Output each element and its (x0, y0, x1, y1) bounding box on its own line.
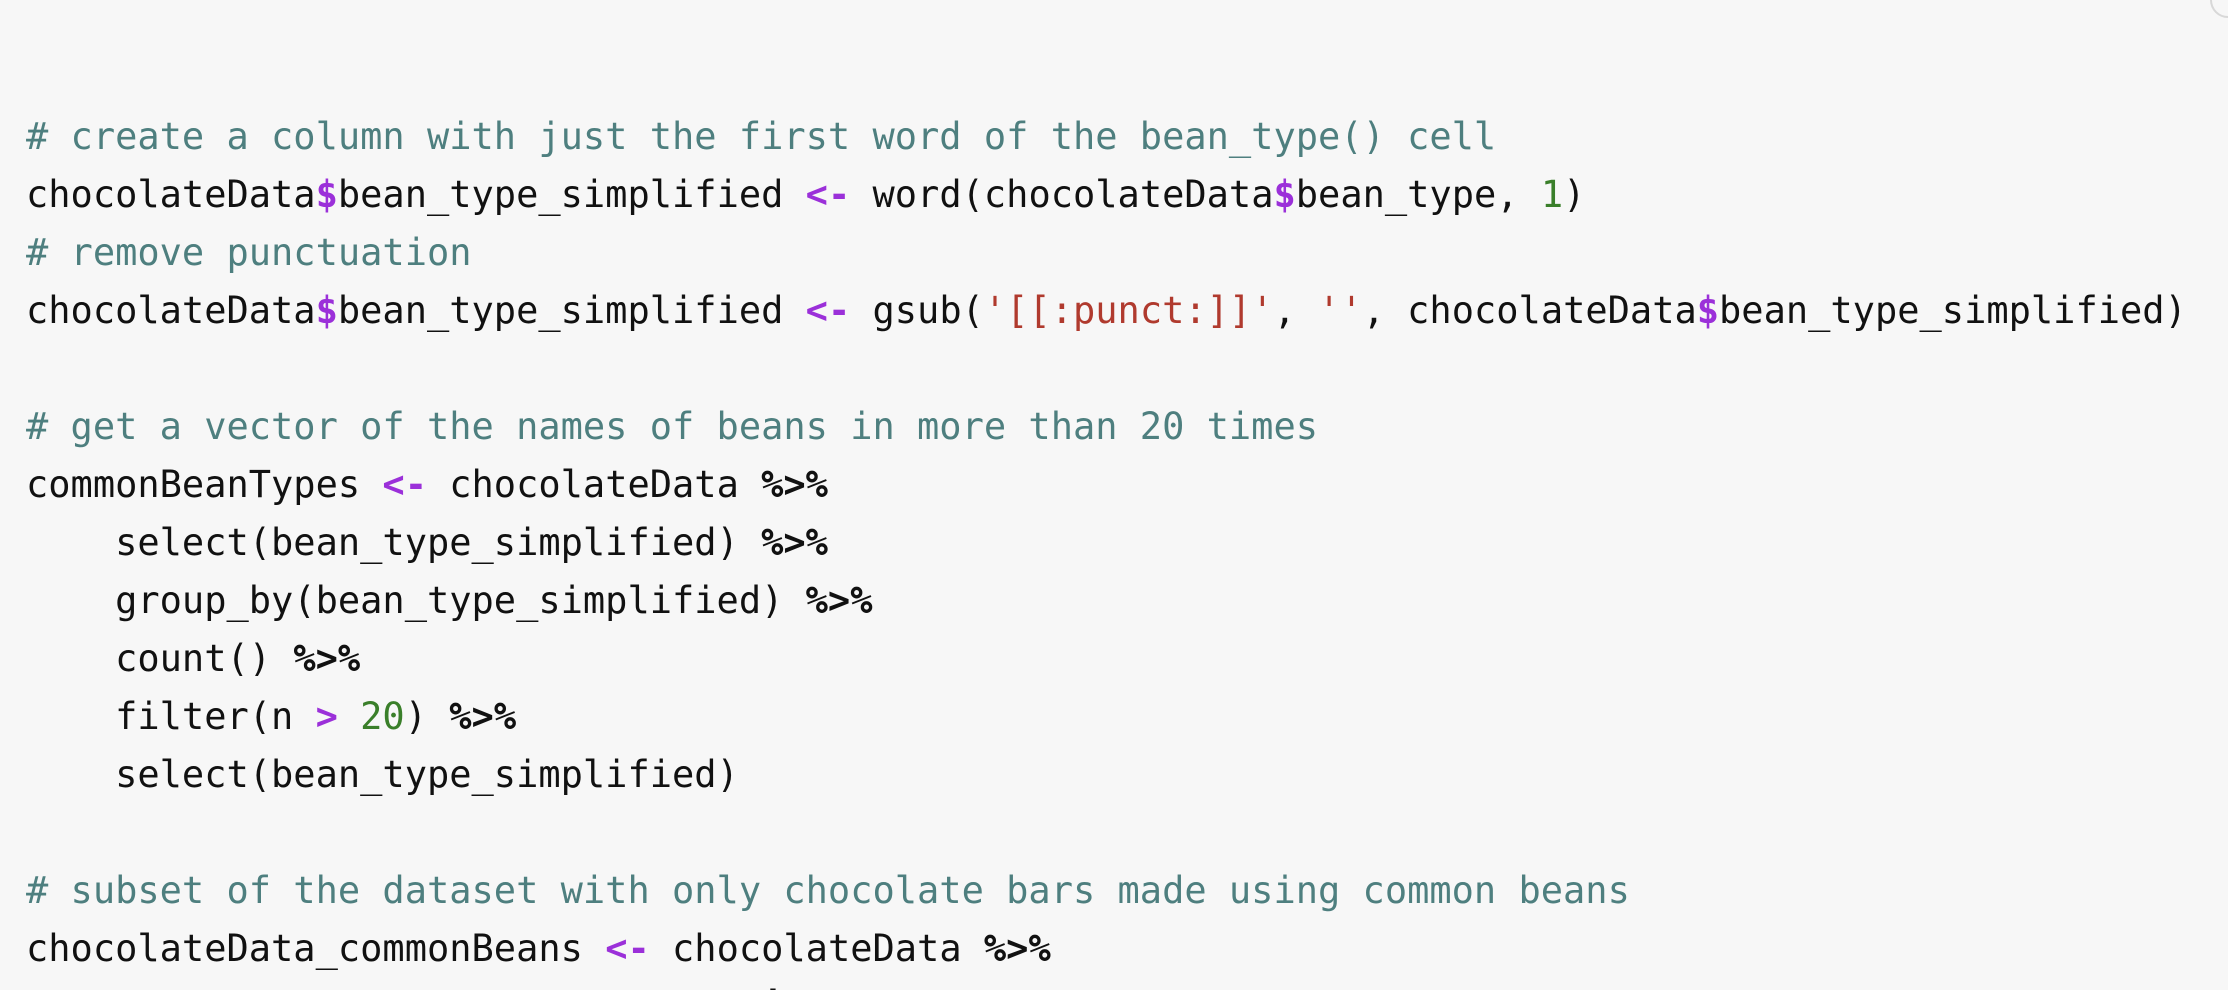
pipe-token: %>% (805, 579, 873, 622)
operator-token: > (315, 695, 338, 738)
code-line: # get a vector of the names of beans in … (26, 398, 2228, 456)
pipe-token: %>% (983, 927, 1051, 970)
plain-token: word(chocolateData (850, 173, 1274, 216)
code-lines: # create a column with just the first wo… (26, 108, 2228, 990)
code-line: select(bean_type_simplified) %>% (26, 514, 2228, 572)
operator-token: $ (315, 173, 338, 216)
operator-token: $ (1696, 289, 1720, 332)
pipe-token: %>% (761, 521, 828, 564)
operator-token: $ (1273, 173, 1296, 216)
plain-token: chocolateData (26, 289, 316, 332)
code-line: chocolateData_commonBeans <- chocolateDa… (26, 920, 2228, 978)
operator-token: $ (315, 289, 338, 332)
string-token: '' (1318, 289, 1363, 332)
code-block: # create a column with just the first wo… (0, 0, 2228, 990)
plain-token: select(bean_type_simplified) (26, 521, 762, 564)
plain-token: , chocolateData (1362, 289, 1697, 332)
operator-token: <- (605, 927, 650, 970)
operator-token: <- (805, 289, 851, 332)
plain-token: chocolateData (426, 463, 762, 506)
plain-token: filter(n (26, 695, 316, 738)
operator-token: <- (805, 173, 851, 216)
comment-token: # create a column with just the first wo… (26, 115, 1497, 158)
pipe-token: %>% (293, 637, 361, 680)
code-line: group_by(bean_type_simplified) %>% (26, 572, 2228, 630)
code-line: # subset of the dataset with only chocol… (26, 862, 2228, 920)
operator-token: $ (1184, 985, 1206, 990)
plain-token: bean_type_simplified) (1207, 985, 1675, 990)
plain-token: chocolateData_commonBeans (26, 927, 606, 970)
code-line: commonBeanTypes <- chocolateData %>% (26, 456, 2228, 514)
plain-token: count() (26, 637, 294, 680)
plain-token: bean_type_simplified (337, 173, 806, 216)
comment-token: # get a vector of the names of beans in … (26, 405, 1319, 448)
pipe-token: %in% (739, 985, 828, 990)
number-token: 20 (360, 695, 405, 738)
plain-token: chocolateData (649, 927, 984, 970)
code-line: count() %>% (26, 630, 2228, 688)
plain-token: ) (1563, 173, 1586, 216)
comment-token: # subset of the dataset with only chocol… (26, 869, 1630, 912)
comment-token: # remove punctuation (26, 231, 472, 274)
plain-token: gsub( (850, 289, 984, 332)
code-line: select(bean_type_simplified) (26, 746, 2228, 804)
code-line: chocolateData$bean_type_simplified <- wo… (26, 166, 2228, 224)
pipe-token: %>% (761, 463, 828, 506)
plain-token: bean_type, (1295, 173, 1541, 216)
code-line: chocolateData$bean_type_simplified <- gs… (26, 282, 2228, 340)
plain-token: commonBeanTypes (26, 463, 383, 506)
plain-token: group_by(bean_type_simplified) (26, 579, 806, 622)
string-token: '[[:punct:]]' (983, 289, 1274, 332)
plain-token: select(bean_type_simplified) (26, 753, 739, 796)
plain-token: bean_type_simplified (337, 289, 806, 332)
plain-token: ) (404, 695, 450, 738)
plain-token: , (1273, 289, 1319, 332)
operator-token: <- (382, 463, 427, 506)
code-line: filter(n > 20) %>% (26, 688, 2228, 746)
plain-token: bean_type_simplified) (1719, 289, 2187, 332)
pipe-token: %>% (449, 695, 517, 738)
code-line: # remove punctuation (26, 224, 2228, 282)
code-line: # create a column with just the first wo… (26, 108, 2228, 166)
plain-token: filter(bean_type_simplified (26, 985, 739, 990)
plain-token: commonBeanTypes (828, 985, 1184, 990)
plain-token: chocolateData (26, 173, 316, 216)
number-token: 1 (1540, 173, 1564, 216)
code-line: filter(bean_type_simplified %in% commonB… (26, 978, 2228, 990)
scroll-corner-indicator (2210, 0, 2228, 18)
